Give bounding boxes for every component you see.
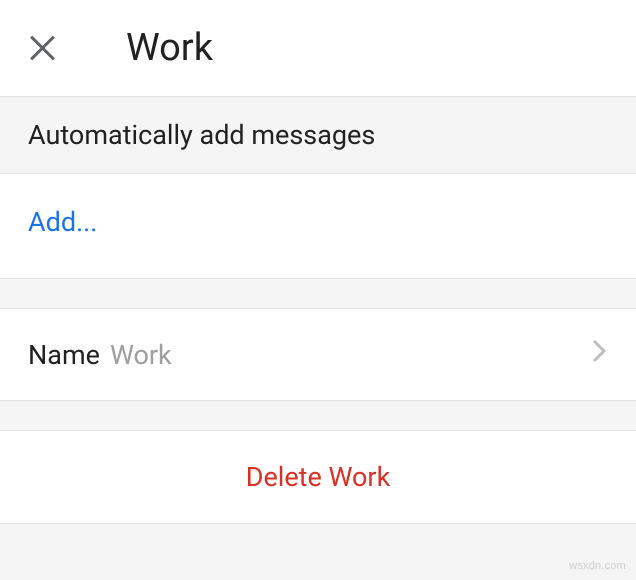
add-link-label: Add... bbox=[28, 206, 97, 238]
chevron-right-icon bbox=[592, 337, 608, 372]
name-value: Work bbox=[110, 339, 172, 371]
add-rule-row[interactable]: Add... bbox=[0, 174, 636, 279]
section-header-auto-add: Automatically add messages bbox=[0, 96, 636, 174]
section-gap-2 bbox=[0, 401, 636, 431]
page-title: Work bbox=[126, 26, 213, 70]
name-row[interactable]: Name Work bbox=[0, 309, 636, 401]
section-gap bbox=[0, 279, 636, 309]
footer-gap bbox=[0, 524, 636, 554]
name-label: Name bbox=[28, 339, 100, 371]
watermark: wsxdn.com bbox=[569, 560, 626, 572]
name-left: Name Work bbox=[28, 339, 172, 371]
delete-label: Delete Work bbox=[246, 461, 391, 493]
header-bar: Work bbox=[0, 0, 636, 96]
delete-row[interactable]: Delete Work bbox=[0, 431, 636, 524]
close-icon[interactable] bbox=[28, 34, 56, 62]
